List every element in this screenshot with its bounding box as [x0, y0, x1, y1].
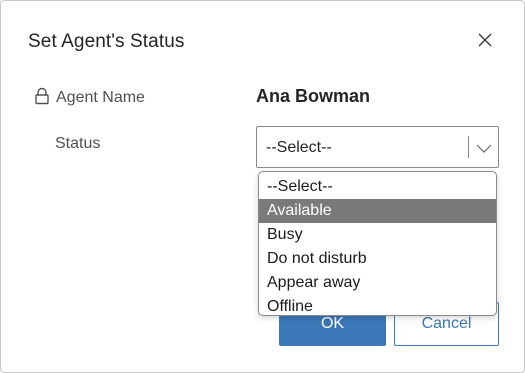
- status-option-busy[interactable]: Busy: [259, 223, 496, 247]
- dialog-title: Set Agent's Status: [28, 31, 185, 52]
- status-label: Status: [55, 135, 101, 152]
- status-option-offline[interactable]: Offline: [259, 295, 496, 315]
- chevron-down-icon: [476, 144, 492, 153]
- lock-icon: [35, 87, 49, 105]
- agent-name-value: Ana Bowman: [256, 86, 371, 106]
- close-icon: [478, 33, 492, 47]
- status-option-appear-away[interactable]: Appear away: [259, 271, 496, 295]
- set-status-dialog: Set Agent's Status Agent Name Ana Bowman…: [0, 0, 525, 373]
- status-option-select[interactable]: --Select--: [259, 175, 496, 199]
- close-button[interactable]: [472, 27, 498, 53]
- select-divider: [468, 136, 469, 158]
- status-dropdown-list: --Select-- Available Busy Do not disturb…: [258, 171, 497, 316]
- status-option-available[interactable]: Available: [259, 199, 496, 223]
- agent-name-label: Agent Name: [56, 89, 145, 106]
- status-option-do-not-disturb[interactable]: Do not disturb: [259, 247, 496, 271]
- status-select[interactable]: --Select--: [256, 126, 499, 168]
- status-select-value: --Select--: [266, 139, 332, 156]
